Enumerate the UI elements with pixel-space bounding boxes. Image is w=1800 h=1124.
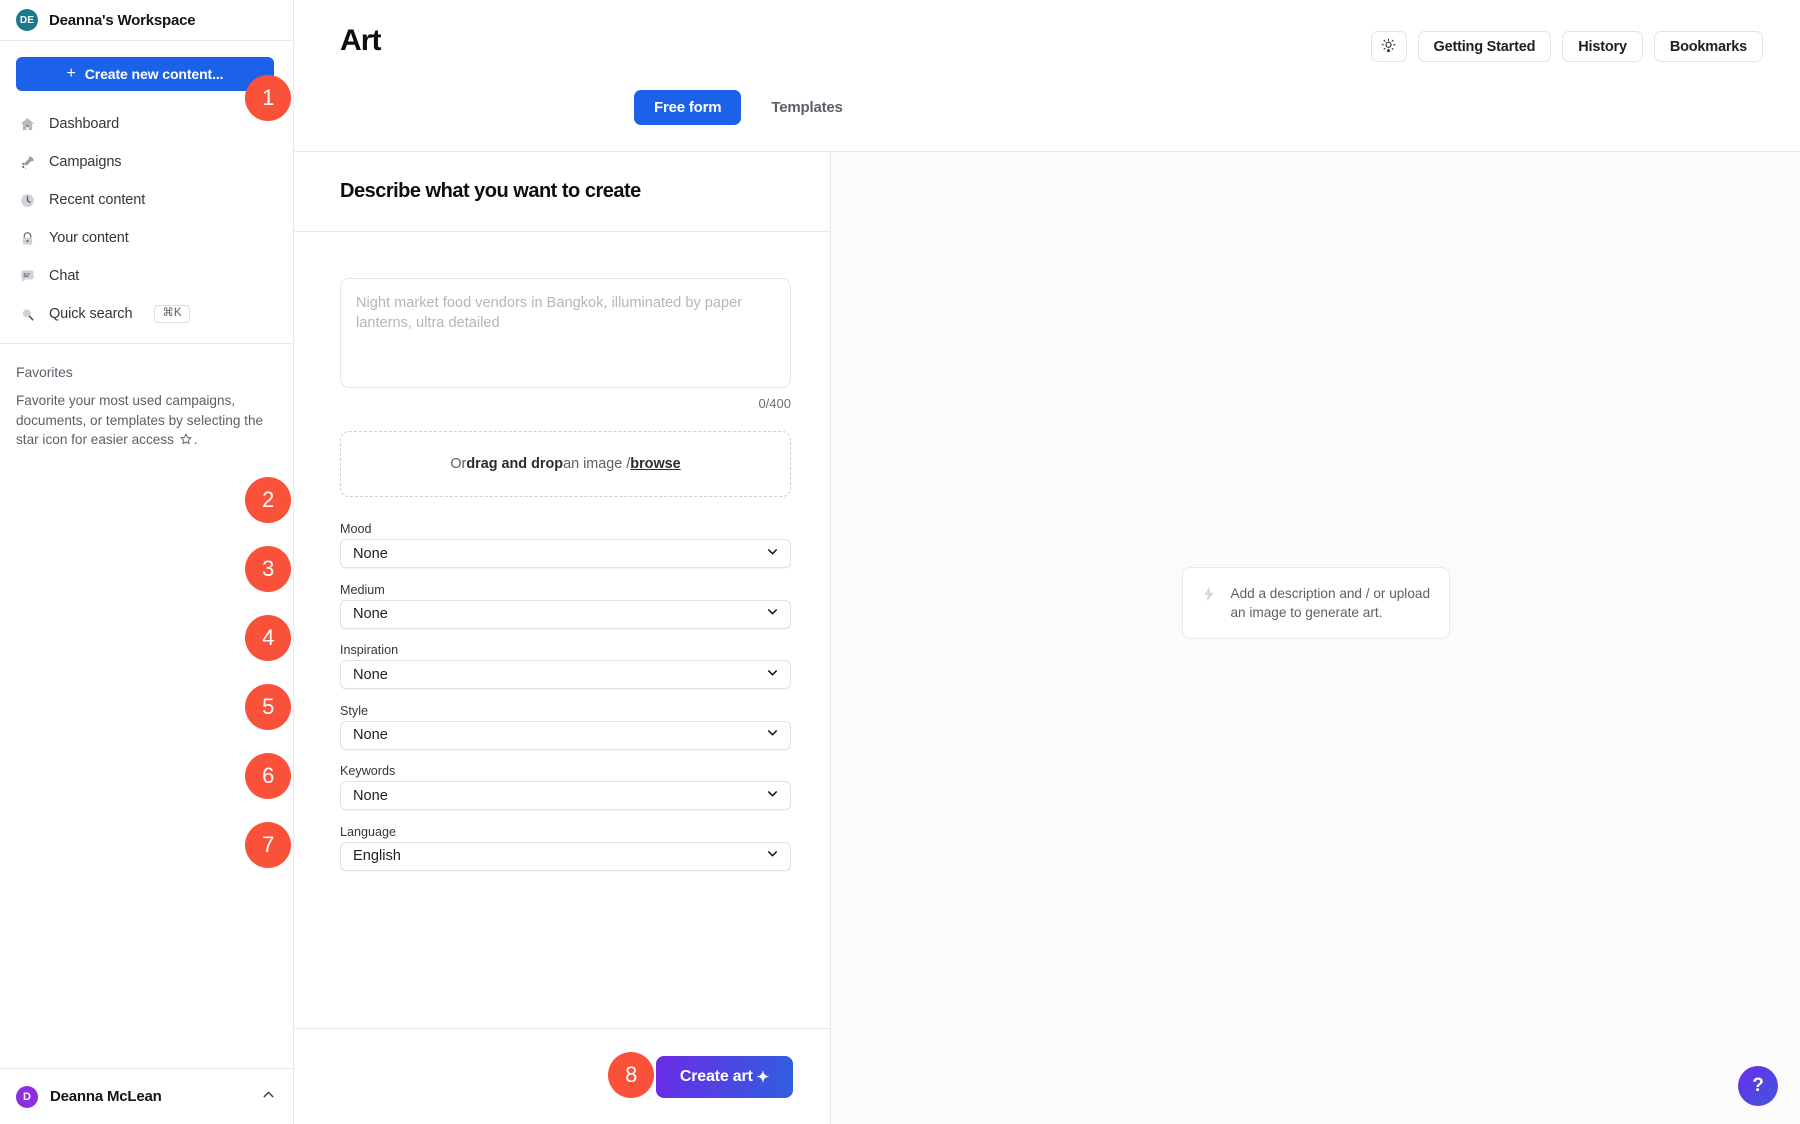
sidebar-item-quick-search[interactable]: Quick search ⌘K [16,295,277,333]
sidebar-item-chat[interactable]: Chat [16,257,277,295]
sidebar-item-label: Quick search [49,306,132,322]
image-dropzone[interactable]: Or drag and drop an image / browse [340,431,791,497]
field-keywords: Keywords None [340,764,784,810]
favorites-description: Favorite your most used campaigns, docum… [16,391,268,452]
field-label: Language [340,825,784,839]
star-icon [179,432,193,452]
favorites-title: Favorites [16,364,277,380]
field-inspiration: Inspiration None [340,643,784,689]
tab-templates[interactable]: Templates [751,90,862,125]
field-label: Mood [340,522,784,536]
sidebar-item-dashboard[interactable]: Dashboard [16,105,277,143]
sidebar-item-label: Dashboard [49,116,119,132]
form-heading: Describe what you want to create [340,180,641,203]
workspace-header[interactable]: DE Deanna's Workspace [0,0,293,41]
prompt-input[interactable] [340,278,791,388]
workspace-name: Deanna's Workspace [49,12,195,29]
workspace-avatar: DE [16,9,38,31]
user-name: Deanna McLean [50,1088,162,1105]
plus-icon: + [67,66,76,82]
sparkle-icon: ✦ [757,1068,769,1086]
chevron-up-icon [260,1086,277,1108]
chat-icon [18,267,36,285]
dropzone-middle: an image / [563,456,630,472]
character-counter: 0/400 [340,396,791,411]
field-mood: Mood None [340,522,784,568]
lightbulb-button[interactable] [1371,31,1407,62]
field-language: Language English [340,825,784,871]
rocket-icon [18,153,36,171]
content-area: Describe what you want to create 0/400 O… [294,152,1800,1124]
field-style: Style None [340,704,784,750]
topbar: Art Getting Started History Bookmarks Fr… [294,0,1800,152]
history-button[interactable]: History [1562,31,1643,62]
sidebar-nav: Dashboard Campaigns Recent content [16,105,277,333]
form-header: Describe what you want to create [294,152,830,232]
select-wrapper: None [340,539,791,568]
form-panel: Describe what you want to create 0/400 O… [294,152,831,1124]
form-body: 0/400 Or drag and drop an image / browse… [294,232,830,1028]
create-art-label: Create art [680,1068,753,1086]
field-label: Medium [340,583,784,597]
sidebar-item-label: Your content [49,230,129,246]
create-new-content-label: Create new content... [85,66,224,82]
sidebar-item-label: Campaigns [49,154,121,170]
sidebar-item-your-content[interactable]: Your content [16,219,277,257]
app-root: DE Deanna's Workspace + Create new conte… [0,0,1800,1124]
favorites-description-text: Favorite your most used campaigns, docum… [16,393,263,447]
dropzone-prefix: Or [450,456,466,472]
favorites-description-end: . [194,432,198,447]
inspiration-select[interactable]: None [340,660,791,689]
form-footer: Create art ✦ [294,1028,830,1124]
clock-icon [18,191,36,209]
bookmarks-button[interactable]: Bookmarks [1654,31,1763,62]
dropzone-bold: drag and drop [466,456,563,472]
field-label: Keywords [340,764,784,778]
mode-tabs: Free form Templates [634,90,863,125]
help-button[interactable]: ? [1738,1066,1778,1106]
sidebar-item-label: Recent content [49,192,145,208]
field-label: Inspiration [340,643,784,657]
user-menu[interactable]: D Deanna McLean [0,1068,293,1124]
home-icon [18,115,36,133]
lock-icon [18,229,36,247]
search-icon [18,305,36,323]
preview-empty-state: Add a description and / or upload an ima… [1182,567,1450,640]
option-fields: Mood None Medium None [340,522,784,871]
create-new-content-button[interactable]: + Create new content... [16,57,274,91]
sidebar-divider [0,343,294,344]
sidebar-body: + Create new content... Dashboard Campai… [0,41,293,452]
select-wrapper: None [340,600,791,629]
browse-link[interactable]: browse [630,456,680,472]
select-wrapper: None [340,721,791,750]
preview-panel: Add a description and / or upload an ima… [831,152,1800,1124]
sidebar-item-campaigns[interactable]: Campaigns [16,143,277,181]
topbar-actions: Getting Started History Bookmarks [1371,31,1763,62]
create-art-button[interactable]: Create art ✦ [656,1056,793,1098]
field-medium: Medium None [340,583,784,629]
select-wrapper: English [340,842,791,871]
bolt-icon [1200,585,1218,608]
select-wrapper: None [340,660,791,689]
style-select[interactable]: None [340,721,791,750]
tab-free-form[interactable]: Free form [634,90,741,125]
medium-select[interactable]: None [340,600,791,629]
field-label: Style [340,704,784,718]
select-wrapper: None [340,781,791,810]
main-area: Art Getting Started History Bookmarks Fr… [294,0,1800,1124]
getting-started-button[interactable]: Getting Started [1418,31,1552,62]
quick-search-shortcut: ⌘K [154,305,189,324]
preview-message: Add a description and / or upload an ima… [1231,584,1432,623]
sidebar-item-recent-content[interactable]: Recent content [16,181,277,219]
sidebar: DE Deanna's Workspace + Create new conte… [0,0,294,1124]
lightbulb-icon [1380,37,1397,57]
keywords-select[interactable]: None [340,781,791,810]
avatar: D [16,1086,38,1108]
mood-select[interactable]: None [340,539,791,568]
language-select[interactable]: English [340,842,791,871]
sidebar-item-label: Chat [49,268,79,284]
